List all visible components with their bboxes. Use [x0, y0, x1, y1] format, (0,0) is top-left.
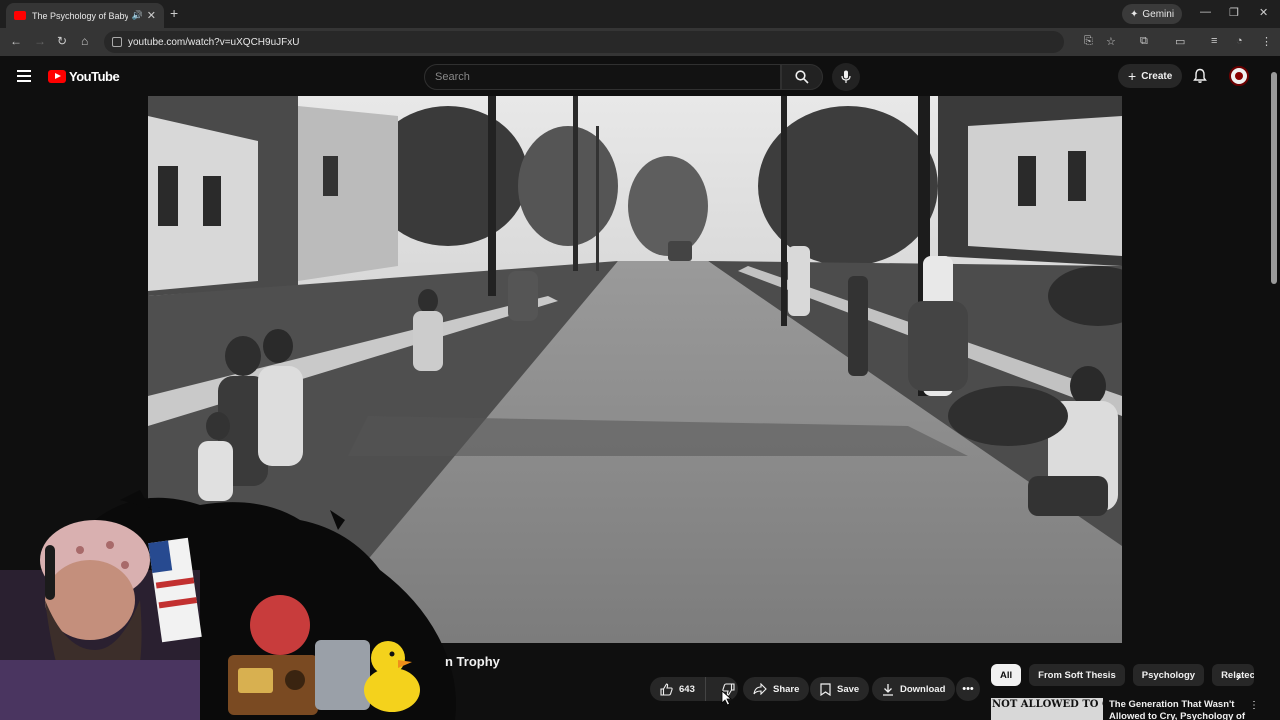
gemini-label: Gemini — [1142, 8, 1175, 20]
youtube-header: YouTube Search + Create — [0, 56, 1280, 96]
page-scrollbar[interactable] — [1271, 60, 1277, 720]
tab-title: The Psychology of Baby Bo — [32, 10, 128, 21]
chip-from-soft-thesis[interactable]: From Soft Thesis — [1029, 664, 1125, 686]
plus-icon: + — [1128, 68, 1137, 84]
chip-related[interactable]: Relatec — [1212, 664, 1255, 686]
new-tab-button[interactable]: + — [170, 5, 178, 21]
save-button[interactable]: Save — [810, 677, 870, 701]
notifications-bell-icon[interactable] — [1192, 68, 1208, 84]
home-icon[interactable]: ⌂ — [81, 34, 88, 48]
extensions-icon[interactable]: ⧉ — [1140, 35, 1148, 48]
browser-tab-bar: The Psychology of Baby Bo 🔊 ✕ + ✦ Gemini… — [0, 0, 1280, 28]
thumbs-up-icon — [660, 682, 673, 696]
reload-icon[interactable]: ↻ — [57, 34, 67, 48]
share-button[interactable]: Share — [743, 677, 810, 701]
close-tab-icon[interactable]: ✕ — [147, 9, 156, 22]
youtube-favicon-icon — [14, 11, 26, 20]
address-bar[interactable]: youtube.com/watch?v=uXQCH9uJFxU — [104, 31, 1064, 53]
create-button[interactable]: + Create — [1118, 64, 1183, 88]
search-icon — [795, 70, 809, 84]
media-controls-icon[interactable]: ≡ — [1211, 35, 1217, 47]
microphone-icon — [841, 70, 851, 83]
cast-icon[interactable]: ▭ — [1175, 35, 1185, 48]
bookmark-icon — [820, 682, 831, 696]
like-button[interactable]: 643 — [650, 677, 706, 701]
like-count: 643 — [679, 683, 695, 695]
streamer-webcam-overlay — [0, 490, 456, 720]
mouse-cursor-icon — [721, 690, 733, 706]
thumbnail-text: NOT ALLOWED TO CRY — [992, 699, 1103, 710]
youtube-wordmark: YouTube — [69, 69, 120, 84]
speaker-icon[interactable]: 🔊 — [132, 10, 143, 21]
install-app-icon[interactable]: ⎘ — [1084, 35, 1093, 48]
share-label: Share — [773, 683, 800, 695]
more-actions-button[interactable]: ••• — [956, 677, 980, 701]
hamburger-menu-icon[interactable] — [17, 70, 31, 82]
download-label: Download — [900, 683, 946, 695]
scrollbar-thumb[interactable] — [1271, 72, 1277, 284]
url-text: youtube.com/watch?v=uXQCH9uJFxU — [128, 36, 300, 48]
forward-icon[interactable]: → — [34, 34, 46, 48]
youtube-logo[interactable]: YouTube — [48, 69, 120, 84]
chip-all[interactable]: All — [991, 664, 1022, 686]
profile-icon[interactable]: ◔ — [1236, 35, 1243, 47]
search-input[interactable]: Search — [424, 64, 781, 90]
related-filter-chips: All From Soft Thesis Psychology Relatec — [991, 664, 1255, 686]
recommended-more-icon[interactable]: ⋮ — [1249, 700, 1259, 711]
gemini-sparkle-icon: ✦ — [1130, 8, 1139, 20]
browser-nav-bar: ← → ↻ ⌂ youtube.com/watch?v=uXQCH9uJFxU … — [0, 28, 1280, 56]
gemini-button[interactable]: ✦ Gemini — [1122, 4, 1183, 24]
share-arrow-icon — [753, 683, 767, 695]
recommended-title[interactable]: The Generation That Wasn't Allowed to Cr… — [1109, 699, 1247, 720]
search-button[interactable] — [781, 64, 823, 90]
voice-search-button[interactable] — [832, 63, 860, 91]
chevron-right-icon[interactable]: › — [1236, 668, 1241, 684]
youtube-play-icon — [48, 70, 66, 83]
restore-icon[interactable]: ❐ — [1229, 6, 1239, 19]
download-icon — [883, 683, 893, 696]
site-info-icon[interactable] — [112, 37, 122, 47]
account-avatar[interactable] — [1229, 66, 1249, 86]
chip-psychology[interactable]: Psychology — [1132, 664, 1205, 686]
video-title: n Trophy — [445, 654, 500, 669]
browser-tab-active[interactable]: The Psychology of Baby Bo 🔊 ✕ — [6, 3, 164, 28]
window-close-icon[interactable]: ✕ — [1259, 6, 1268, 19]
recommended-thumbnail[interactable]: NOT ALLOWED TO CRY — [991, 698, 1103, 720]
download-button[interactable]: Download — [872, 677, 956, 701]
browser-menu-icon[interactable]: ⋮ — [1261, 35, 1272, 48]
back-icon[interactable]: ← — [10, 34, 22, 48]
recommended-video[interactable]: NOT ALLOWED TO CRY The Generation That W… — [991, 698, 1261, 720]
bookmark-star-icon[interactable]: ☆ — [1106, 35, 1116, 48]
save-label: Save — [837, 683, 860, 695]
minimize-icon[interactable]: — — [1200, 6, 1211, 18]
create-label: Create — [1141, 70, 1173, 82]
